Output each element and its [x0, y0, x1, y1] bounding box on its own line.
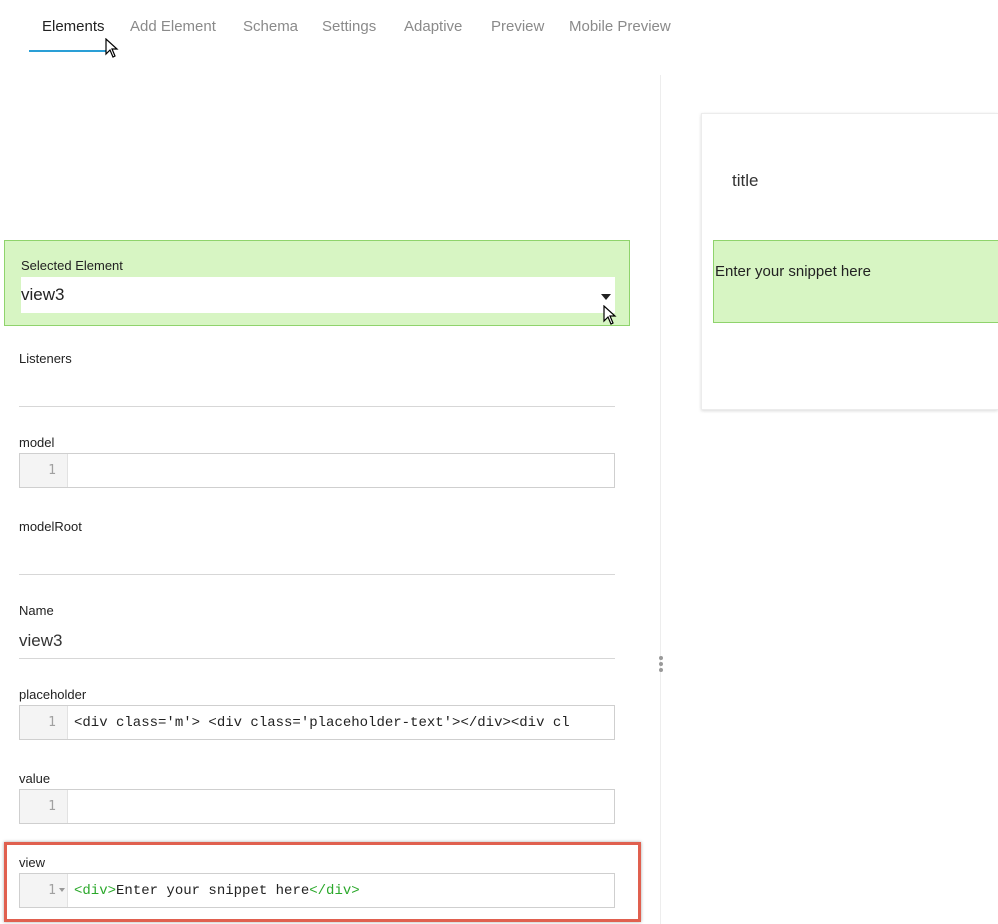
line-gutter: 1 [20, 454, 68, 487]
preview-card: title Enter your snippet here [701, 113, 998, 410]
model-root-input[interactable] [19, 574, 615, 575]
line-number: 1 [48, 799, 56, 814]
tab-settings[interactable]: Settings [322, 18, 376, 35]
placeholder-label: placeholder [19, 687, 87, 702]
tab-mobile-preview[interactable]: Mobile Preview [569, 18, 671, 35]
preview-title: title [732, 171, 759, 190]
mouse-cursor-icon [603, 305, 617, 325]
selected-element-select[interactable]: view3 [21, 277, 615, 313]
tab-preview[interactable]: Preview [491, 18, 544, 35]
tab-adaptive[interactable]: Adaptive [404, 18, 462, 35]
selected-element-label: Selected Element [21, 258, 123, 273]
preview-snippet-text: Enter your snippet here [715, 263, 871, 280]
name-label: Name [19, 603, 54, 618]
tab-add-element[interactable]: Add Element [130, 18, 216, 35]
value-label: value [19, 771, 51, 786]
model-code-editor[interactable]: 1 [19, 453, 615, 488]
listeners-input[interactable] [19, 406, 615, 407]
line-gutter: 1 [20, 706, 68, 739]
view-highlight-frame [4, 842, 641, 922]
tab-schema[interactable]: Schema [243, 18, 298, 35]
active-tab-indicator [29, 50, 109, 52]
placeholder-code: <div class='m'> <div class='placeholder-… [74, 715, 570, 731]
value-code-editor[interactable]: 1 [19, 789, 615, 824]
tab-bar: Elements Add Element Schema Settings Ada… [0, 0, 998, 60]
panel-divider [660, 75, 661, 924]
selected-element-section: Selected Element view3 [4, 240, 630, 326]
mouse-cursor-icon [105, 38, 119, 58]
line-number: 1 [48, 715, 56, 730]
listeners-label: Listeners [19, 351, 72, 366]
tab-elements[interactable]: Elements [42, 18, 105, 35]
placeholder-code-editor[interactable]: 1 <div class='m'> <div class='placeholde… [19, 705, 615, 740]
name-input[interactable]: view3 [19, 631, 62, 651]
model-label: model [19, 435, 55, 450]
dropdown-arrow-icon[interactable] [601, 294, 611, 300]
line-gutter: 1 [20, 790, 68, 823]
preview-selected-element[interactable]: Enter your snippet here [713, 240, 998, 323]
drag-handle-icon[interactable] [658, 656, 664, 674]
model-root-label: modelRoot [19, 519, 82, 534]
line-number: 1 [48, 463, 56, 478]
selected-element-value: view3 [21, 285, 65, 304]
name-underline [19, 658, 615, 659]
